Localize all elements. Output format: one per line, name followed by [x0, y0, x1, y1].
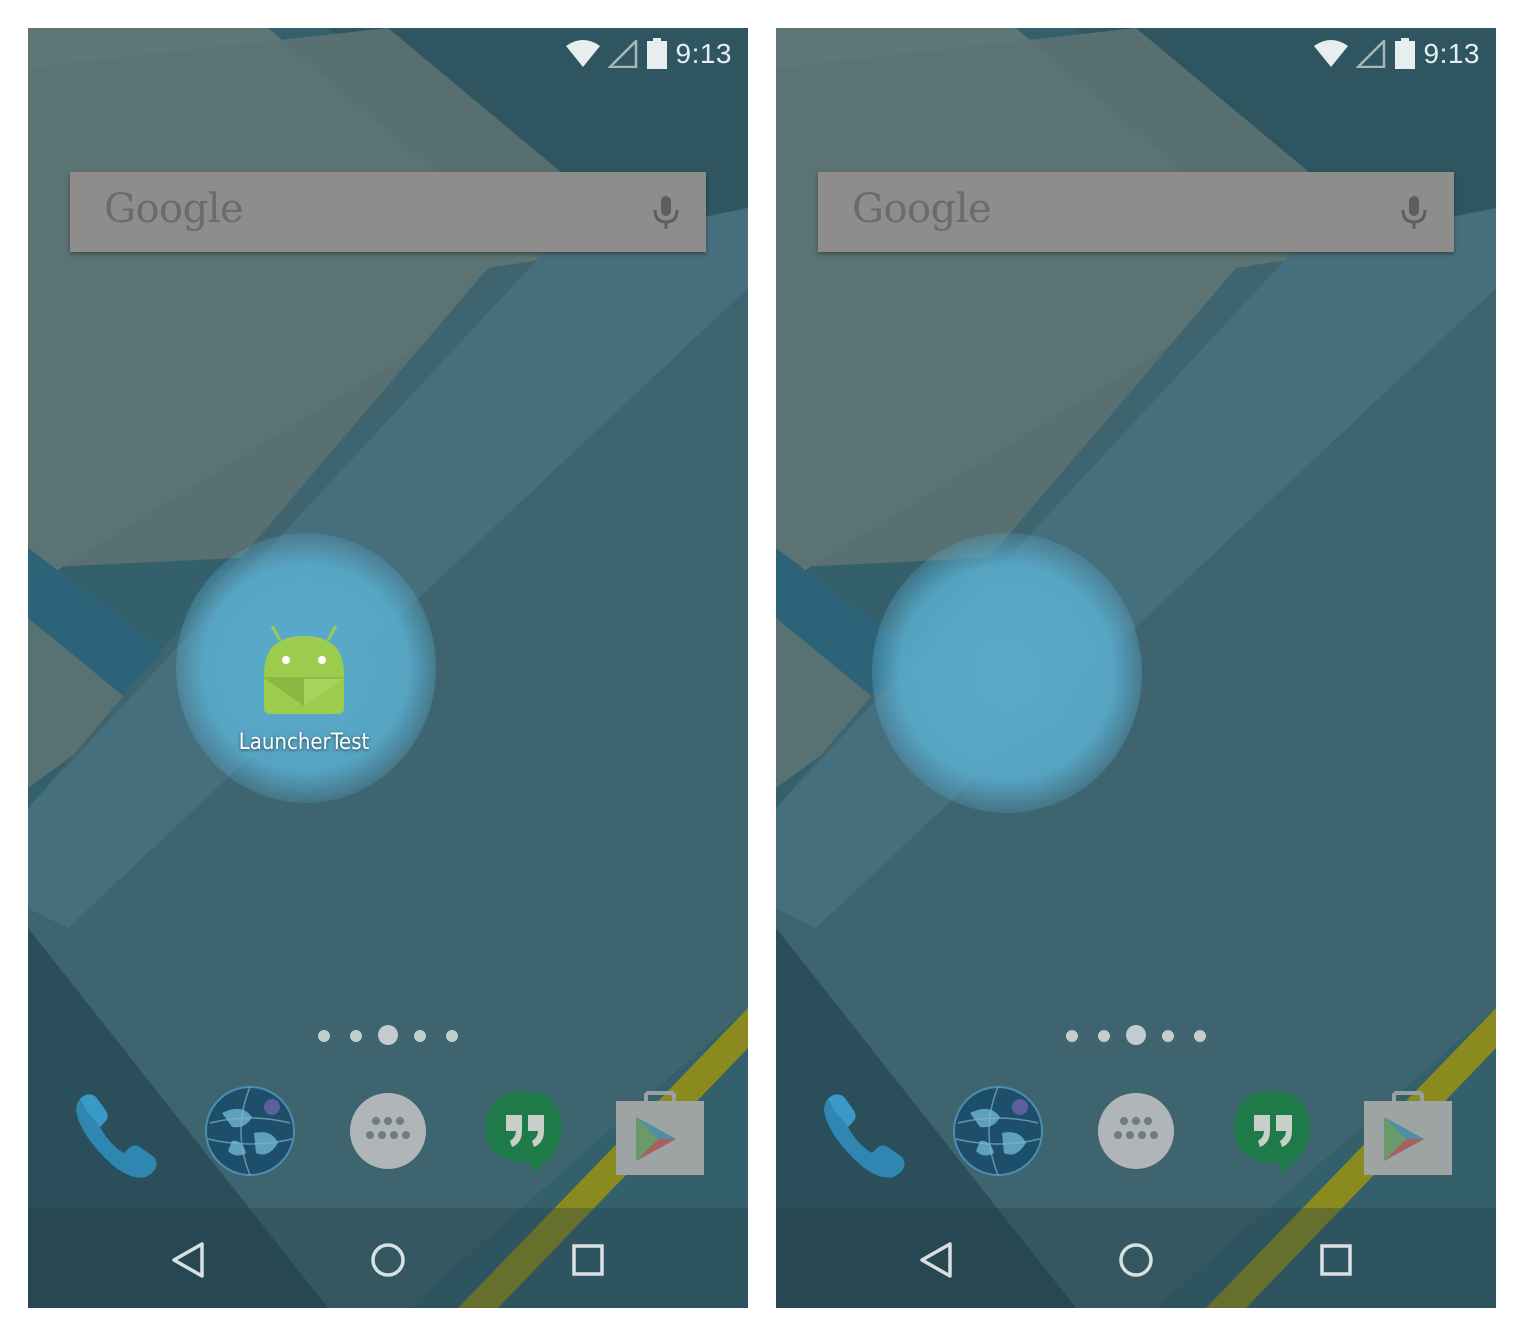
app-label: LauncherTest: [238, 730, 370, 755]
google-search-bar[interactable]: Google: [70, 172, 706, 252]
google-logo: Google: [104, 186, 244, 232]
page-dot[interactable]: [446, 1030, 458, 1042]
home-screen-before: 9:13 Google LauncherTest: [28, 28, 748, 1308]
status-bar: 9:13: [776, 28, 1496, 80]
phone-icon[interactable]: [814, 1083, 910, 1179]
hangouts-icon[interactable]: [1224, 1083, 1320, 1179]
phone-icon[interactable]: [66, 1083, 162, 1179]
page-dot[interactable]: [414, 1030, 426, 1042]
cell-signal-icon: [1355, 40, 1385, 68]
clock: 9:13: [675, 38, 732, 69]
android-app-icon: [264, 625, 344, 714]
google-logo: Google: [852, 186, 992, 232]
page-indicator: [776, 1024, 1496, 1048]
back-icon[interactable]: [164, 1236, 212, 1284]
app-shortcut-launchertest[interactable]: LauncherTest: [224, 618, 384, 768]
play-store-icon[interactable]: [612, 1083, 708, 1179]
google-search-bar[interactable]: Google: [818, 172, 1454, 252]
home-screen-after: 9:13 Google: [776, 28, 1496, 1308]
wifi-icon: [1313, 40, 1348, 67]
page-dot[interactable]: [1098, 1030, 1110, 1042]
play-store-icon[interactable]: [1360, 1083, 1456, 1179]
wifi-icon: [565, 40, 600, 67]
page-dot[interactable]: [1194, 1030, 1206, 1042]
page-dot[interactable]: [318, 1030, 330, 1042]
page-dot-active[interactable]: [378, 1025, 398, 1045]
app-drawer-icon[interactable]: [1088, 1083, 1184, 1179]
mic-icon[interactable]: [1392, 190, 1436, 234]
recents-icon[interactable]: [564, 1236, 612, 1284]
page-indicator: [28, 1024, 748, 1048]
page-dot[interactable]: [350, 1030, 362, 1042]
browser-globe-icon[interactable]: [202, 1083, 298, 1179]
clock: 9:13: [1423, 38, 1480, 69]
app-drawer-icon[interactable]: [340, 1083, 436, 1179]
page-dot[interactable]: [1066, 1030, 1078, 1042]
recents-icon[interactable]: [1312, 1236, 1360, 1284]
home-icon[interactable]: [1112, 1236, 1160, 1284]
home-icon[interactable]: [364, 1236, 412, 1284]
mic-icon[interactable]: [644, 190, 688, 234]
battery-icon: [646, 38, 667, 69]
battery-icon: [1394, 38, 1415, 69]
page-dot[interactable]: [1162, 1030, 1174, 1042]
back-icon[interactable]: [912, 1236, 960, 1284]
browser-globe-icon[interactable]: [950, 1083, 1046, 1179]
hangouts-icon[interactable]: [476, 1083, 572, 1179]
cell-signal-icon: [607, 40, 637, 68]
status-bar: 9:13: [28, 28, 748, 80]
page-dot-active[interactable]: [1126, 1025, 1146, 1045]
